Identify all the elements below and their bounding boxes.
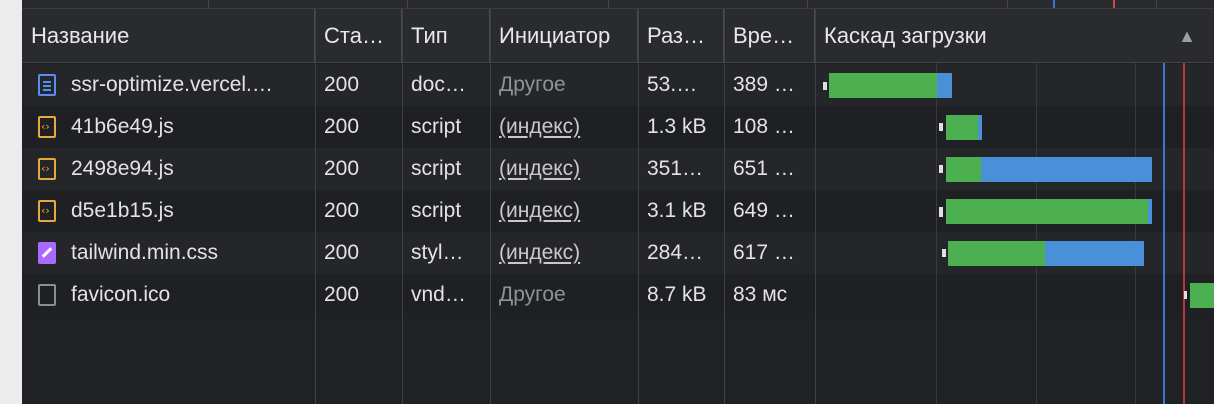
request-status: 200 xyxy=(324,157,360,180)
waterfall-bar-download[interactable] xyxy=(1045,241,1144,266)
waterfall-gridline xyxy=(1036,63,1037,404)
overview-tick xyxy=(807,0,808,8)
waterfall-bar-wait[interactable] xyxy=(946,115,978,140)
overview-tick xyxy=(407,0,408,8)
waterfall-bar-wait[interactable] xyxy=(1190,283,1214,308)
request-initiator-link[interactable]: (индекс) xyxy=(490,190,638,232)
request-type: doc… xyxy=(411,73,466,96)
request-name: 41b6e49.js xyxy=(71,115,174,138)
request-name: d5e1b15.js xyxy=(71,199,174,222)
table-header: Название Ста… Тип Инициатор Раз… Вре… Ка… xyxy=(22,9,1214,63)
waterfall-gridline xyxy=(1135,63,1136,404)
request-name: favicon.ico xyxy=(71,283,171,306)
column-divider[interactable] xyxy=(402,9,403,404)
request-type: script xyxy=(411,199,462,222)
waterfall-queue-tick xyxy=(939,207,943,217)
column-header-size[interactable]: Раз… xyxy=(638,9,724,63)
overview-tick xyxy=(208,0,209,8)
request-size: 351… xyxy=(647,157,704,180)
waterfall-queue-tick xyxy=(939,123,943,131)
request-type: script xyxy=(411,115,462,138)
request-time: 389 … xyxy=(733,73,795,96)
load-marker xyxy=(1183,63,1185,404)
request-status: 200 xyxy=(324,199,360,222)
request-type: script xyxy=(411,157,462,180)
request-initiator: Другое xyxy=(499,283,566,306)
request-time: 108 … xyxy=(733,115,795,138)
request-type: styl… xyxy=(411,241,464,264)
sort-ascending-icon[interactable]: ▲ xyxy=(1178,9,1196,63)
column-divider[interactable] xyxy=(638,9,639,404)
column-divider[interactable] xyxy=(315,9,316,404)
request-status: 200 xyxy=(324,283,360,306)
request-status: 200 xyxy=(324,241,360,264)
request-size: 1.3 kB xyxy=(647,115,707,138)
request-name: ssr-optimize.vercel.… xyxy=(71,73,273,96)
request-status: 200 xyxy=(324,115,360,138)
domcontentloaded-marker xyxy=(1163,63,1165,404)
overview-tick xyxy=(608,0,609,8)
request-type: vnd… xyxy=(411,283,466,306)
waterfall-queue-tick xyxy=(1184,291,1187,299)
column-header-name[interactable]: Название xyxy=(22,9,315,63)
column-header-initiator[interactable]: Инициатор xyxy=(490,9,638,63)
network-panel: Название Ста… Тип Инициатор Раз… Вре… Ка… xyxy=(22,0,1214,404)
overview-domcontentloaded-marker xyxy=(1053,0,1055,8)
request-time: 617 … xyxy=(733,241,795,264)
waterfall-queue-tick xyxy=(942,249,946,257)
request-size: 8.7 kB xyxy=(647,283,707,306)
waterfall-bar-wait[interactable] xyxy=(946,199,1148,224)
request-time: 83 мс xyxy=(733,283,788,306)
column-header-waterfall[interactable]: Каскад загрузки ▲ xyxy=(815,9,1214,63)
timeline-overview[interactable] xyxy=(22,0,1214,9)
request-time: 649 … xyxy=(733,199,795,222)
request-size: 3.1 kB xyxy=(647,199,707,222)
request-name: 2498e94.js xyxy=(71,157,174,180)
waterfall-bar-download[interactable] xyxy=(937,73,952,98)
request-initiator: Другое xyxy=(499,73,566,96)
overview-tick xyxy=(1007,0,1008,8)
waterfall-bar-wait[interactable] xyxy=(829,73,937,98)
request-initiator-link[interactable]: (индекс) xyxy=(490,106,638,148)
waterfall-gridline xyxy=(936,63,937,404)
column-divider[interactable] xyxy=(490,9,491,404)
column-header-type[interactable]: Тип xyxy=(402,9,490,63)
request-initiator-link[interactable]: (индекс) xyxy=(490,232,638,274)
waterfall-bar-wait[interactable] xyxy=(948,241,1045,266)
waterfall-bar-download[interactable] xyxy=(1148,199,1152,224)
request-time: 651 … xyxy=(733,157,795,180)
waterfall-queue-tick xyxy=(939,165,943,173)
overview-tick xyxy=(1156,0,1157,8)
waterfall-bar-download[interactable] xyxy=(978,115,982,140)
request-initiator-link[interactable]: (индекс) xyxy=(490,148,638,190)
column-divider[interactable] xyxy=(724,9,725,404)
column-header-time[interactable]: Вре… xyxy=(724,9,815,63)
waterfall-header-label: Каскад загрузки xyxy=(824,23,987,48)
request-size: 53.… xyxy=(647,73,698,96)
request-name: tailwind.min.css xyxy=(71,241,219,264)
overview-load-marker xyxy=(1113,0,1115,8)
waterfall-bar-wait[interactable] xyxy=(946,157,981,182)
column-header-status[interactable]: Ста… xyxy=(315,9,402,63)
request-status: 200 xyxy=(324,73,360,96)
waterfall-queue-tick xyxy=(823,82,827,90)
request-size: 284… xyxy=(647,241,704,264)
waterfall-area xyxy=(815,63,1214,404)
waterfall-bar-download[interactable] xyxy=(981,157,1152,182)
